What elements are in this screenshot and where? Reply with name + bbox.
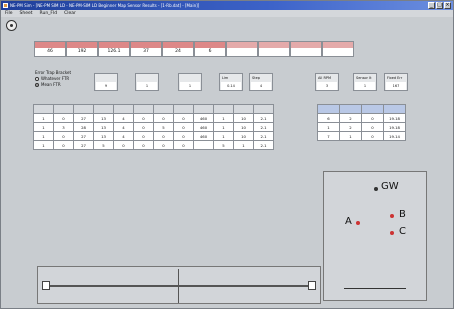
table-row: 1 3 28 13 4 0 5 0 460 1 10 2.1 — [33, 122, 274, 132]
summary-cell: 46 — [34, 41, 66, 57]
table-row: 7 1 0 19.14 — [317, 131, 406, 141]
close-button[interactable]: × — [444, 2, 451, 9]
summary-cell: 6 — [194, 41, 226, 57]
table-header-row — [317, 104, 406, 114]
table-row: 6 2 0 19.18 — [317, 113, 406, 123]
spinbox[interactable]: 1 — [135, 73, 159, 91]
app-window: NE-PM Sim - [NE-PM SIM LD - NE-PM-SIM LD… — [0, 0, 454, 309]
menu-file[interactable]: File — [5, 10, 13, 17]
spinbox[interactable]: Sensor It 1 — [353, 73, 377, 91]
summary-cell: 37 — [130, 41, 162, 57]
menu-sheet[interactable]: Sheet — [20, 10, 33, 17]
table-header-row — [33, 104, 274, 114]
time-slider-track[interactable] — [46, 285, 316, 287]
sensor-a-marker — [356, 221, 360, 225]
spinbox[interactable]: Fixed Err 167 — [384, 73, 408, 91]
sensor-b-label: B — [399, 209, 406, 220]
results-table: 1 0 27 13 4 0 0 0 460 1 10 2.1 1 3 28 13 4 0 5 0 460 1 10 2.1 … — [33, 104, 274, 150]
window-title: NE-PM Sim - [NE-PM SIM LD - NE-PM-SIM LD… — [10, 3, 200, 8]
table-row: 1 0 27 13 4 0 0 0 460 1 10 2.1 — [33, 113, 274, 123]
window-controls: _ □ × — [428, 2, 451, 9]
spinbox[interactable]: 9 — [94, 73, 118, 91]
spinbox[interactable]: 1 — [178, 73, 202, 91]
sensor-map-panel: GW A B C — [323, 171, 427, 301]
table-row: 1 0 27 5 0 0 0 0 5 1 2.1 — [33, 140, 274, 150]
minimize-button[interactable]: _ — [428, 2, 435, 9]
menu-clear[interactable]: Clear — [64, 10, 76, 17]
sensor-b-marker — [390, 214, 394, 218]
spinbox[interactable]: All RPM 3 — [315, 73, 339, 91]
run-tool-icon[interactable] — [6, 20, 17, 31]
gateway-label: GW — [381, 181, 399, 192]
spinbox[interactable]: Step 4 — [249, 73, 273, 91]
sensor-c-label: C — [399, 226, 406, 237]
table-row: 1 2 0 19.18 — [317, 122, 406, 132]
title-bar: NE-PM Sim - [NE-PM SIM LD - NE-PM-SIM LD… — [1, 1, 453, 10]
radio-option[interactable]: Mean FTR — [35, 82, 71, 88]
maximize-button[interactable]: □ — [436, 2, 443, 9]
slider-start-thumb[interactable] — [42, 281, 50, 290]
sensor-a-label: A — [345, 216, 352, 227]
menu-run[interactable]: Run_Fld — [40, 10, 58, 17]
sensor-c-marker — [390, 231, 394, 235]
time-slider-panel — [37, 266, 321, 304]
summary-cell: 24 — [162, 41, 194, 57]
app-icon — [3, 3, 8, 8]
summary-strip: 46 192 126.1 37 24 6 — [34, 41, 354, 57]
gateway-marker — [374, 187, 378, 191]
menu-bar: File Sheet Run_Fld Clear — [1, 10, 453, 17]
side-results-table: 6 2 0 19.18 1 2 0 19.18 7 1 0 19.14 — [317, 104, 406, 141]
summary-cell — [226, 41, 258, 57]
slider-end-thumb[interactable] — [308, 281, 316, 290]
spinbox[interactable]: Lim 0.14 — [219, 73, 243, 91]
summary-cell — [290, 41, 322, 57]
bracket-radio-group: Error Trap Bracket Whatever FTR Mean FTR — [35, 70, 71, 88]
scale-bar — [344, 288, 406, 289]
summary-cell: 126.1 — [98, 41, 130, 57]
summary-cell — [258, 41, 290, 57]
summary-cell: 192 — [66, 41, 98, 57]
summary-cell — [322, 41, 354, 57]
table-row: 1 0 27 13 4 0 0 0 460 1 10 2.1 — [33, 131, 274, 141]
